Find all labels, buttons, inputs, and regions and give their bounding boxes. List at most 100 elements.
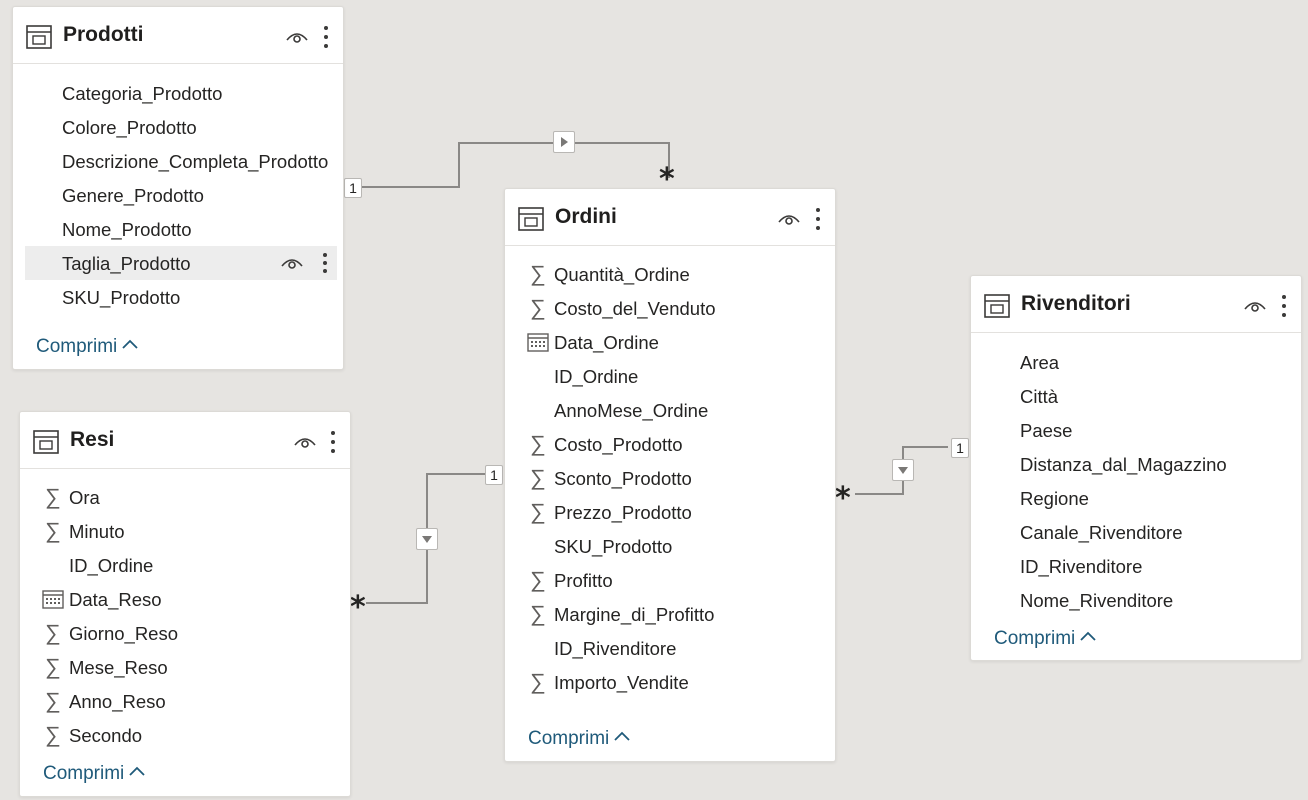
field-label: ID_Rivenditore [554,638,677,659]
eye-icon[interactable] [778,211,800,227]
field-row[interactable]: Città [983,379,1295,413]
field-row[interactable]: Regione [983,481,1295,515]
relationship-one-marker: 1 [485,465,503,485]
table-header[interactable]: Ordini [505,189,835,246]
field-label: ID_Ordine [554,366,639,387]
field-row[interactable]: ∑ Anno_Reso [32,684,344,718]
field-row[interactable]: Area [983,345,1295,379]
field-row[interactable]: Nome_Prodotto [25,212,337,246]
calendar-icon [42,587,64,611]
field-row[interactable]: ∑ Costo_del_Venduto [517,291,829,325]
field-label: AnnoMese_Ordine [554,400,709,421]
table-card-rivenditori[interactable]: Rivenditori Area Città Paese Distanza_da… [970,275,1302,661]
field-row[interactable]: Colore_Prodotto [25,110,337,144]
sigma-icon: ∑ [45,518,61,543]
table-header[interactable]: Prodotti [13,7,343,64]
more-options-icon[interactable] [322,24,330,50]
field-row[interactable]: ∑ Margine_di_Profitto [517,597,829,631]
field-label: Città [1020,386,1059,407]
field-row[interactable]: Genere_Prodotto [25,178,337,212]
field-row[interactable]: ID_Ordine [32,548,344,582]
field-label: Data_Ordine [554,332,659,353]
eye-icon[interactable] [1244,298,1266,314]
collapse-link[interactable]: Comprimi [43,763,146,785]
field-label: Profitto [554,570,613,591]
field-row[interactable]: ∑ Prezzo_Prodotto [517,495,829,529]
field-row[interactable]: AnnoMese_Ordine [517,393,829,427]
sigma-icon: ∑ [45,620,61,645]
sigma-icon: ∑ [45,688,61,713]
field-row[interactable]: Distanza_dal_Magazzino [983,447,1295,481]
field-row[interactable]: Canale_Rivenditore [983,515,1295,549]
field-row[interactable]: ID_Rivenditore [517,631,829,665]
field-row[interactable]: ∑ Mese_Reso [32,650,344,684]
model-canvas[interactable]: 1 * 1 * 1 * Prodotti Categoria_Prodotto … [0,0,1308,800]
sigma-icon: ∑ [530,261,546,286]
field-label: ID_Rivenditore [1020,556,1143,577]
field-label: Costo_Prodotto [554,434,683,455]
collapse-label: Comprimi [43,763,125,784]
eye-icon[interactable] [281,255,303,271]
collapse-link[interactable]: Comprimi [994,628,1097,650]
table-card-prodotti[interactable]: Prodotti Categoria_Prodotto Colore_Prodo… [12,6,344,370]
field-label: Nome_Rivenditore [1020,590,1174,611]
field-row[interactable]: ∑ Secondo [32,718,344,752]
field-label: Regione [1020,488,1089,509]
filter-direction-down-icon[interactable] [892,459,914,481]
sigma-icon: ∑ [530,567,546,592]
sigma-icon: ∑ [530,601,546,626]
field-row[interactable]: Data_Reso [32,582,344,616]
field-label: Secondo [69,725,143,746]
table-icon [26,25,52,49]
field-label: Taglia_Prodotto [62,253,191,274]
field-label: SKU_Prodotto [554,536,673,557]
eye-icon[interactable] [286,29,308,45]
field-row[interactable]: SKU_Prodotto [25,280,337,314]
table-card-ordini[interactable]: Ordini ∑ Quantità_Ordine ∑ Costo_del_Vendu… [504,188,836,762]
table-title: Resi [70,428,115,451]
field-label: Distanza_dal_Magazzino [1020,454,1227,475]
field-row[interactable]: ∑ Minuto [32,514,344,548]
chevron-up-icon [122,339,138,349]
field-row[interactable]: ∑ Importo_Vendite [517,665,829,699]
field-row[interactable]: ∑ Ora [32,480,344,514]
table-header[interactable]: Resi [20,412,350,469]
more-options-icon[interactable] [321,251,329,275]
sigma-icon: ∑ [530,669,546,694]
collapse-label: Comprimi [528,728,610,749]
table-header[interactable]: Rivenditori [971,276,1301,333]
field-row[interactable]: Data_Ordine [517,325,829,359]
field-row[interactable]: Paese [983,413,1295,447]
filter-direction-down-icon[interactable] [416,528,438,550]
field-row-selected[interactable]: Taglia_Prodotto [25,246,337,280]
field-label: Importo_Vendite [554,672,689,693]
field-row[interactable]: ID_Ordine [517,359,829,393]
sigma-icon: ∑ [530,499,546,524]
field-row[interactable]: ∑ Sconto_Prodotto [517,461,829,495]
field-row[interactable]: ∑ Quantità_Ordine [517,257,829,291]
eye-icon[interactable] [294,434,316,450]
field-label: Margine_di_Profitto [554,604,715,625]
field-row[interactable]: ∑ Profitto [517,563,829,597]
collapse-link[interactable]: Comprimi [36,336,139,358]
filter-direction-right-icon[interactable] [553,131,575,153]
table-card-resi[interactable]: Resi ∑ Ora ∑ Minuto ID_Ordine Data_Reso ∑ G… [19,411,351,797]
more-options-icon[interactable] [329,429,337,455]
field-label: Nome_Prodotto [62,219,192,240]
field-row[interactable]: Categoria_Prodotto [25,76,337,110]
field-row[interactable]: ∑ Giorno_Reso [32,616,344,650]
table-title: Rivenditori [1021,292,1131,315]
more-options-icon[interactable] [1280,293,1288,319]
field-row[interactable]: SKU_Prodotto [517,529,829,563]
field-row[interactable]: Nome_Rivenditore [983,583,1295,617]
field-row[interactable]: ∑ Costo_Prodotto [517,427,829,461]
field-label: Canale_Rivenditore [1020,522,1183,543]
sigma-icon: ∑ [45,484,61,509]
relationship-one-marker: 1 [344,178,362,198]
field-row[interactable]: ID_Rivenditore [983,549,1295,583]
field-label: Giorno_Reso [69,623,179,644]
more-options-icon[interactable] [814,206,822,232]
field-label: Categoria_Prodotto [62,83,223,104]
collapse-link[interactable]: Comprimi [528,728,631,750]
field-row[interactable]: Descrizione_Completa_Prodotto [25,144,337,178]
